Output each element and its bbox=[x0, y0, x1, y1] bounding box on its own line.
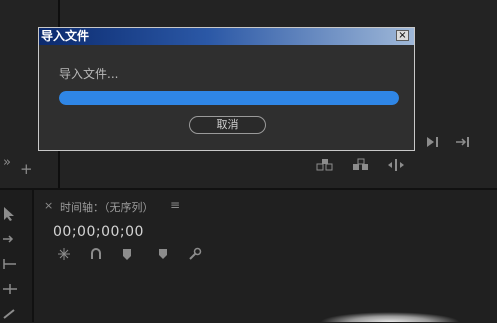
go-to-out-icon[interactable] bbox=[455, 136, 471, 151]
progress-bar-fill bbox=[59, 91, 399, 105]
expand-icon[interactable]: » bbox=[3, 155, 11, 170]
progress-bar bbox=[59, 91, 399, 105]
lift-icon[interactable] bbox=[316, 158, 334, 175]
waveform-preview bbox=[320, 312, 460, 322]
close-icon[interactable]: × bbox=[396, 30, 409, 41]
timecode-display[interactable]: 00;00;00;00 bbox=[53, 224, 144, 240]
dialog-title: 导入文件 bbox=[41, 29, 90, 43]
razor-icon[interactable] bbox=[2, 308, 18, 323]
add-button-icon[interactable]: + bbox=[20, 160, 33, 178]
rolling-edit-icon[interactable] bbox=[2, 283, 18, 298]
status-message: 导入文件... bbox=[59, 67, 119, 81]
ripple-edit-icon[interactable] bbox=[2, 258, 18, 273]
import-files-dialog: 导入文件 × 导入文件... 取消 bbox=[38, 27, 415, 151]
dialog-titlebar[interactable]: 导入文件 × bbox=[39, 28, 414, 45]
selection-tool-icon[interactable] bbox=[2, 206, 16, 225]
play-forward-icon[interactable] bbox=[426, 136, 440, 151]
timeline-close-icon[interactable]: × bbox=[44, 199, 53, 212]
linked-selection-icon[interactable] bbox=[89, 247, 103, 264]
timeline-tab-title[interactable]: 时间轴：（无序列） bbox=[60, 199, 154, 215]
compare-icon[interactable] bbox=[387, 158, 405, 175]
extract-icon[interactable] bbox=[352, 158, 370, 175]
wrench-icon[interactable] bbox=[188, 247, 202, 264]
add-marker-icon[interactable] bbox=[121, 247, 135, 264]
marker-icon[interactable] bbox=[157, 247, 169, 264]
snap-icon[interactable] bbox=[57, 247, 71, 264]
panel-menu-icon[interactable]: ≡ bbox=[170, 198, 180, 212]
track-select-forward-icon[interactable] bbox=[2, 233, 16, 248]
cancel-button[interactable]: 取消 bbox=[189, 116, 266, 134]
